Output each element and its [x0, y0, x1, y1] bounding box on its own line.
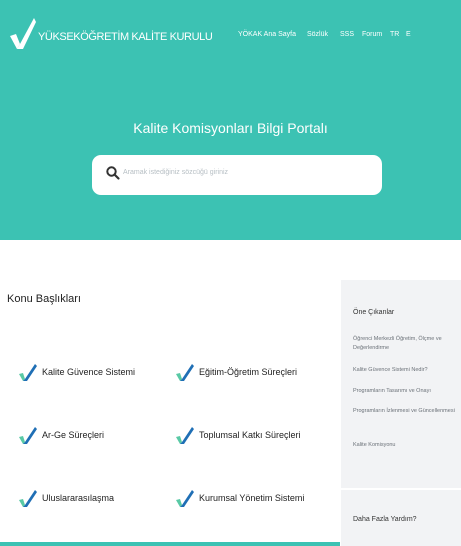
- nav-lang-en[interactable]: E: [406, 31, 411, 38]
- brand-title[interactable]: YÜKSEKÖĞRETİM KALİTE KURULU: [38, 31, 213, 43]
- nav-faq[interactable]: SSS: [340, 31, 354, 38]
- hero-banner: YÜKSEKÖĞRETİM KALİTE KURULU YÖKAK Ana Sa…: [0, 0, 461, 240]
- logo-check-icon: [19, 427, 37, 444]
- nav-forum[interactable]: Forum: [362, 31, 382, 38]
- logo-check-icon: [176, 490, 194, 507]
- help-heading: Daha Fazla Yardım?: [353, 516, 417, 523]
- hero-title: Kalite Komisyonları Bilgi Portalı: [133, 120, 328, 136]
- search-input[interactable]: Aramak istediğiniz sözcüğü giriniz: [123, 169, 228, 176]
- logo-check-icon: [176, 427, 194, 444]
- topic-label: Kurumsal Yönetim Sistemi: [199, 493, 305, 503]
- topic-label: Ar-Ge Süreçleri: [42, 430, 105, 440]
- topic-label: Uluslararasılaşma: [42, 493, 115, 503]
- nav-lang-tr[interactable]: TR: [390, 31, 399, 38]
- divider: [0, 542, 340, 546]
- nav-yokak-home[interactable]: YÖKAK Ana Sayfa: [238, 31, 296, 38]
- featured-link[interactable]: Kalite Komisyonu: [353, 441, 457, 450]
- nav-glossary[interactable]: Sözlük: [307, 31, 328, 38]
- yokak-logo-icon[interactable]: [8, 16, 36, 50]
- featured-heading: Öne Çıkanlar: [353, 309, 395, 316]
- featured-link[interactable]: Programların Tasarımı ve Onayı: [353, 387, 457, 396]
- logo-check-icon: [176, 364, 194, 381]
- topic-label: Eğitim-Öğretim Süreçleri: [199, 367, 298, 377]
- topic-label: Toplumsal Katkı Süreçleri: [199, 430, 301, 440]
- topic-label: Kalite Güvence Sistemi: [42, 367, 136, 377]
- featured-link[interactable]: Kalite Güvence Sistemi Nedir?: [353, 366, 457, 375]
- logo-check-icon: [19, 490, 37, 507]
- featured-link[interactable]: Programların İzlenmesi ve Güncellenmesi: [353, 407, 457, 416]
- help-panel: Daha Fazla Yardım?: [341, 490, 461, 546]
- search-bar[interactable]: Aramak istediğiniz sözcüğü giriniz: [92, 155, 382, 195]
- search-icon: [106, 166, 120, 180]
- featured-panel: Öne Çıkanlar Öğrenci Merkezli Öğretim, Ö…: [341, 280, 461, 488]
- featured-link[interactable]: Öğrenci Merkezli Öğretim, Ölçme ve Değer…: [353, 335, 457, 353]
- topics-heading: Konu Başlıkları: [7, 293, 81, 305]
- logo-check-icon: [19, 364, 37, 381]
